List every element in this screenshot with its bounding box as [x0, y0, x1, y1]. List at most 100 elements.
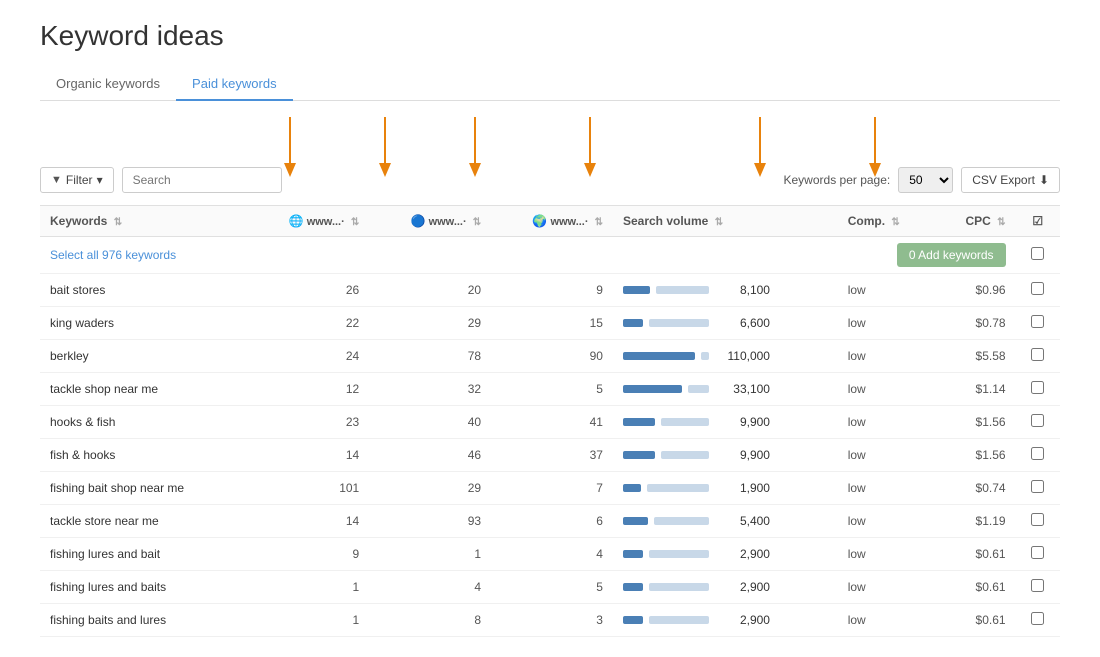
c2-cell: 4: [369, 571, 491, 604]
csv-export-button[interactable]: CSV Export ⬇: [961, 167, 1060, 193]
col-checkbox: ☑: [1016, 206, 1060, 237]
keyword-cell: fishing bait shop near me: [40, 472, 247, 505]
comp-cell: low: [838, 538, 935, 571]
sort-keywords-icon[interactable]: ⇅: [114, 217, 122, 228]
table-row: fishing baits and lures 1 8 3 2,900 low …: [40, 604, 1060, 637]
keyword-cell: hooks & fish: [40, 406, 247, 439]
add-keywords-button[interactable]: 0 Add keywords: [897, 243, 1006, 267]
cpc-cell: $0.78: [935, 307, 1016, 340]
comp-cell: low: [838, 571, 935, 604]
cpc-cell: $0.61: [935, 604, 1016, 637]
row-checkbox-cell: [1016, 538, 1060, 571]
volume-number: 9,900: [715, 448, 770, 462]
select-all-link[interactable]: Select all 976 keywords: [50, 248, 176, 262]
col-comp: Comp. ⇅: [838, 206, 935, 237]
row-checkbox-cell: [1016, 604, 1060, 637]
c1-cell: 1: [247, 604, 369, 637]
c2-cell: 32: [369, 373, 491, 406]
keywords-table: Keywords ⇅ 🌐 www...· ⇅ 🔵 www...· ⇅ �: [40, 206, 1060, 637]
c2-cell: 29: [369, 472, 491, 505]
cpc-cell: $0.61: [935, 538, 1016, 571]
table-row: fishing lures and bait 9 1 4 2,900 low $…: [40, 538, 1060, 571]
row-checkbox[interactable]: [1031, 579, 1044, 592]
main-page: Keyword ideas Organic keywords Paid keyw…: [0, 0, 1100, 657]
keywords-per-page-select[interactable]: 50 100 200: [898, 167, 953, 193]
c2-cell: 8: [369, 604, 491, 637]
tab-organic-keywords[interactable]: Organic keywords: [40, 68, 176, 101]
volume-number: 9,900: [715, 415, 770, 429]
volume-cell: 110,000: [613, 340, 838, 373]
tab-paid-keywords[interactable]: Paid keywords: [176, 68, 293, 101]
table-row: king waders 22 29 15 6,600 low $0.78: [40, 307, 1060, 340]
table-header-row: Keywords ⇅ 🌐 www...· ⇅ 🔵 www...· ⇅ �: [40, 206, 1060, 237]
col-cpc: CPC ⇅: [935, 206, 1016, 237]
c3-cell: 4: [491, 538, 613, 571]
cpc-cell: $5.58: [935, 340, 1016, 373]
row-checkbox[interactable]: [1031, 381, 1044, 394]
download-icon: ⬇: [1039, 173, 1049, 187]
sort-www1-icon[interactable]: ⇅: [351, 217, 359, 228]
c3-cell: 37: [491, 439, 613, 472]
volume-number: 5,400: [715, 514, 770, 528]
cpc-cell: $0.96: [935, 274, 1016, 307]
volume-cell: 33,100: [613, 373, 838, 406]
keyword-cell: fishing baits and lures: [40, 604, 247, 637]
toolbar-right: Keywords per page: 50 100 200 CSV Export…: [784, 167, 1061, 193]
row-checkbox[interactable]: [1031, 480, 1044, 493]
toolbar-left: ▼ Filter ▾: [40, 167, 282, 193]
sort-comp-icon[interactable]: ⇅: [891, 217, 899, 228]
volume-number: 1,900: [715, 481, 770, 495]
volume-bar: [623, 418, 655, 426]
sort-www3-icon[interactable]: ⇅: [595, 217, 603, 228]
comp-cell: low: [838, 604, 935, 637]
row-checkbox[interactable]: [1031, 282, 1044, 295]
row-checkbox[interactable]: [1031, 447, 1044, 460]
row-checkbox-cell: [1016, 274, 1060, 307]
row-checkbox-cell: [1016, 373, 1060, 406]
row-checkbox-cell: [1016, 571, 1060, 604]
volume-cell: 2,900: [613, 538, 838, 571]
select-all-checkbox[interactable]: [1031, 247, 1044, 260]
c1-cell: 14: [247, 505, 369, 538]
volume-bar: [623, 616, 643, 624]
row-checkbox-cell: [1016, 472, 1060, 505]
row-checkbox[interactable]: [1031, 513, 1044, 526]
c1-cell: 101: [247, 472, 369, 505]
row-checkbox[interactable]: [1031, 414, 1044, 427]
c3-cell: 6: [491, 505, 613, 538]
page-title: Keyword ideas: [40, 20, 1060, 52]
volume-number: 2,900: [715, 547, 770, 561]
c3-cell: 7: [491, 472, 613, 505]
search-input[interactable]: [122, 167, 282, 193]
col-www1: 🌐 www...· ⇅: [247, 206, 369, 237]
volume-bar: [623, 319, 643, 327]
volume-cell: 9,900: [613, 406, 838, 439]
volume-bar-empty: [649, 550, 709, 558]
sort-cpc-icon[interactable]: ⇅: [997, 217, 1005, 228]
keyword-cell: bait stores: [40, 274, 247, 307]
volume-number: 2,900: [715, 580, 770, 594]
c2-cell: 29: [369, 307, 491, 340]
sort-volume-icon[interactable]: ⇅: [715, 217, 723, 228]
c3-cell: 9: [491, 274, 613, 307]
table-row: tackle store near me 14 93 6 5,400 low $…: [40, 505, 1060, 538]
volume-cell: 8,100: [613, 274, 838, 307]
sort-www2-icon[interactable]: ⇅: [473, 217, 481, 228]
filter-button[interactable]: ▼ Filter ▾: [40, 167, 114, 193]
comp-cell: low: [838, 472, 935, 505]
row-checkbox[interactable]: [1031, 612, 1044, 625]
c3-cell: 5: [491, 571, 613, 604]
row-checkbox[interactable]: [1031, 348, 1044, 361]
c2-cell: 20: [369, 274, 491, 307]
c1-cell: 12: [247, 373, 369, 406]
col-www2: 🔵 www...· ⇅: [369, 206, 491, 237]
favicon3-icon: 🌍: [532, 214, 547, 228]
volume-cell: 1,900: [613, 472, 838, 505]
filter-label: Filter: [66, 173, 93, 187]
volume-number: 110,000: [715, 349, 770, 363]
volume-cell: 2,900: [613, 604, 838, 637]
row-checkbox[interactable]: [1031, 315, 1044, 328]
volume-bar: [623, 286, 650, 294]
c3-cell: 3: [491, 604, 613, 637]
keywords-per-page-label: Keywords per page:: [784, 173, 891, 187]
